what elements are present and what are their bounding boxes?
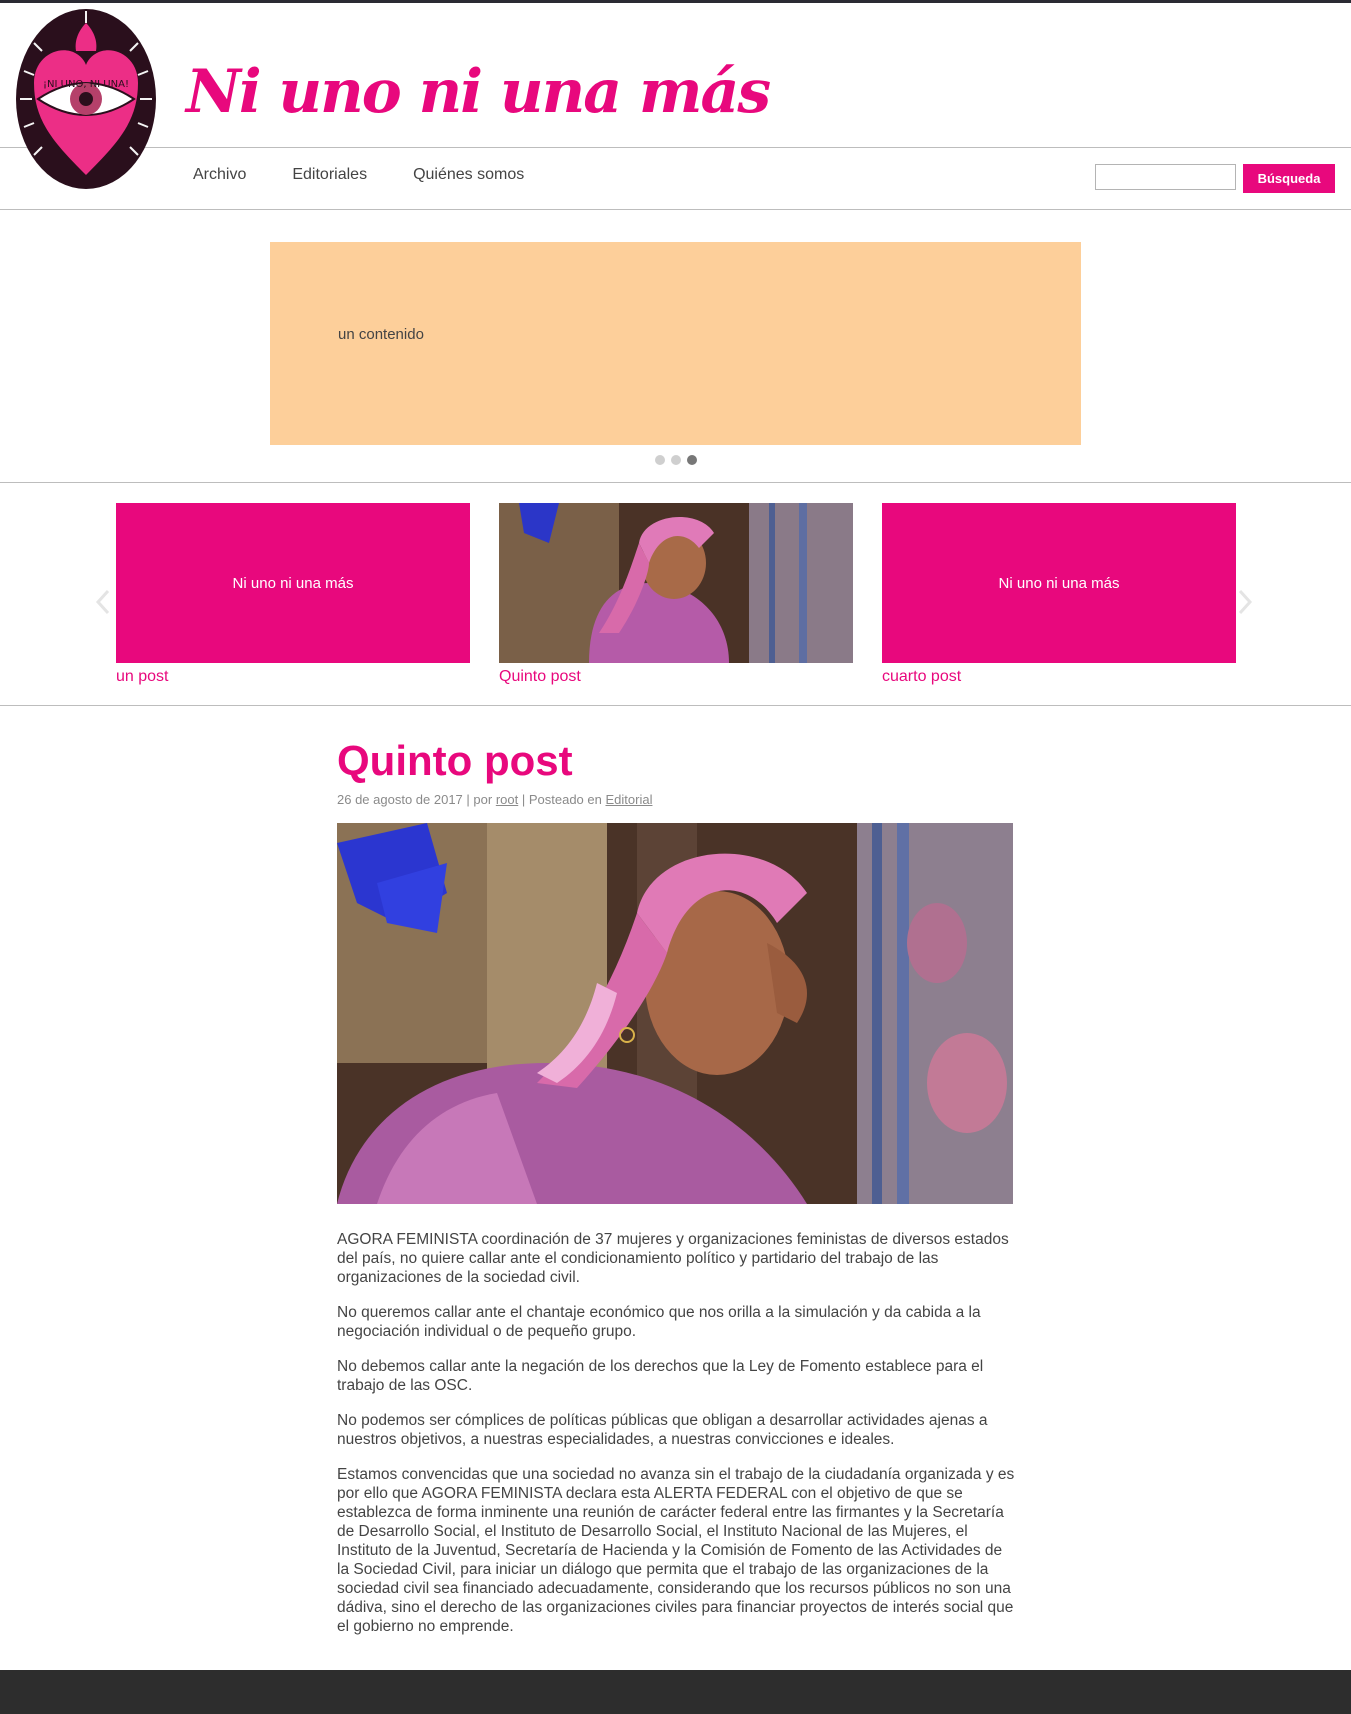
- card-placeholder-text[interactable]: Ni uno ni una más: [116, 503, 470, 663]
- post-featured-image: [337, 823, 1013, 1204]
- post-paragraph: No queremos callar ante el chantaje econ…: [337, 1304, 981, 1340]
- post-paragraph: Estamos convencidas que una sociedad no …: [337, 1466, 1015, 1635]
- portrait-thumbnail-image: [499, 503, 853, 663]
- post-by-label: por: [473, 792, 493, 807]
- header-divider: [0, 147, 1351, 148]
- search-input[interactable]: [1095, 164, 1236, 190]
- post-paragraph: AGORA FEMINISTA coordinación de 37 mujer…: [337, 1231, 1009, 1286]
- meta-separator: |: [521, 792, 529, 807]
- carousel-card-3[interactable]: Ni uno ni una más cuarto post: [882, 503, 1236, 686]
- main-nav: Archivo Editoriales Quiénes somos: [193, 166, 524, 184]
- slider-dots: [655, 455, 697, 465]
- hero-slide[interactable]: un contenido: [270, 242, 1081, 445]
- post-meta: 26 de agosto de 2017 | por root | Postea…: [337, 792, 652, 807]
- carousel-card-1[interactable]: Ni uno ni una más un post: [116, 503, 470, 686]
- hero-text: un contenido: [338, 326, 424, 343]
- post-body: AGORA FEMINISTA coordinación de 37 mujer…: [337, 1230, 1017, 1652]
- search-button[interactable]: Búsqueda: [1243, 164, 1335, 193]
- card-placeholder-text[interactable]: Ni uno ni una más: [882, 503, 1236, 663]
- card-thumbnail[interactable]: [499, 503, 853, 663]
- post-paragraph: No debemos callar ante la negación de lo…: [337, 1358, 984, 1394]
- post-title: Quinto post: [337, 737, 573, 784]
- slider-dot-1[interactable]: [655, 455, 665, 465]
- nav-divider: [0, 209, 1351, 210]
- nav-item-quienes-somos[interactable]: Quiénes somos: [413, 166, 524, 184]
- hero-divider: [0, 482, 1351, 483]
- chevron-right-icon[interactable]: [1236, 589, 1254, 615]
- post-category-link[interactable]: Editorial: [606, 792, 653, 807]
- post-paragraph: No podemos ser cómplices de políticas pú…: [337, 1412, 988, 1448]
- nav-item-archivo[interactable]: Archivo: [193, 166, 246, 184]
- site-title[interactable]: Ni uno ni una más: [186, 62, 771, 122]
- slider-dot-3[interactable]: [687, 455, 697, 465]
- site-footer: [0, 1670, 1351, 1714]
- post-posted-label: Posteado en: [528, 792, 602, 807]
- logo-text: ¡NI UNO, NI UNA!: [43, 79, 129, 90]
- chevron-left-icon[interactable]: [94, 589, 112, 615]
- post-date: 26 de agosto de 2017: [337, 792, 463, 807]
- top-border: [0, 0, 1351, 3]
- nav-item-editoriales[interactable]: Editoriales: [292, 166, 367, 184]
- card-title[interactable]: un post: [116, 668, 470, 686]
- card-title[interactable]: Quinto post: [499, 668, 853, 686]
- site-logo[interactable]: ¡NI UNO, NI UNA!: [14, 3, 170, 195]
- carousel-card-2[interactable]: Quinto post: [499, 503, 853, 686]
- card-title[interactable]: cuarto post: [882, 668, 1236, 686]
- carousel-divider: [0, 705, 1351, 706]
- slider-dot-2[interactable]: [671, 455, 681, 465]
- post-author-link[interactable]: root: [496, 792, 518, 807]
